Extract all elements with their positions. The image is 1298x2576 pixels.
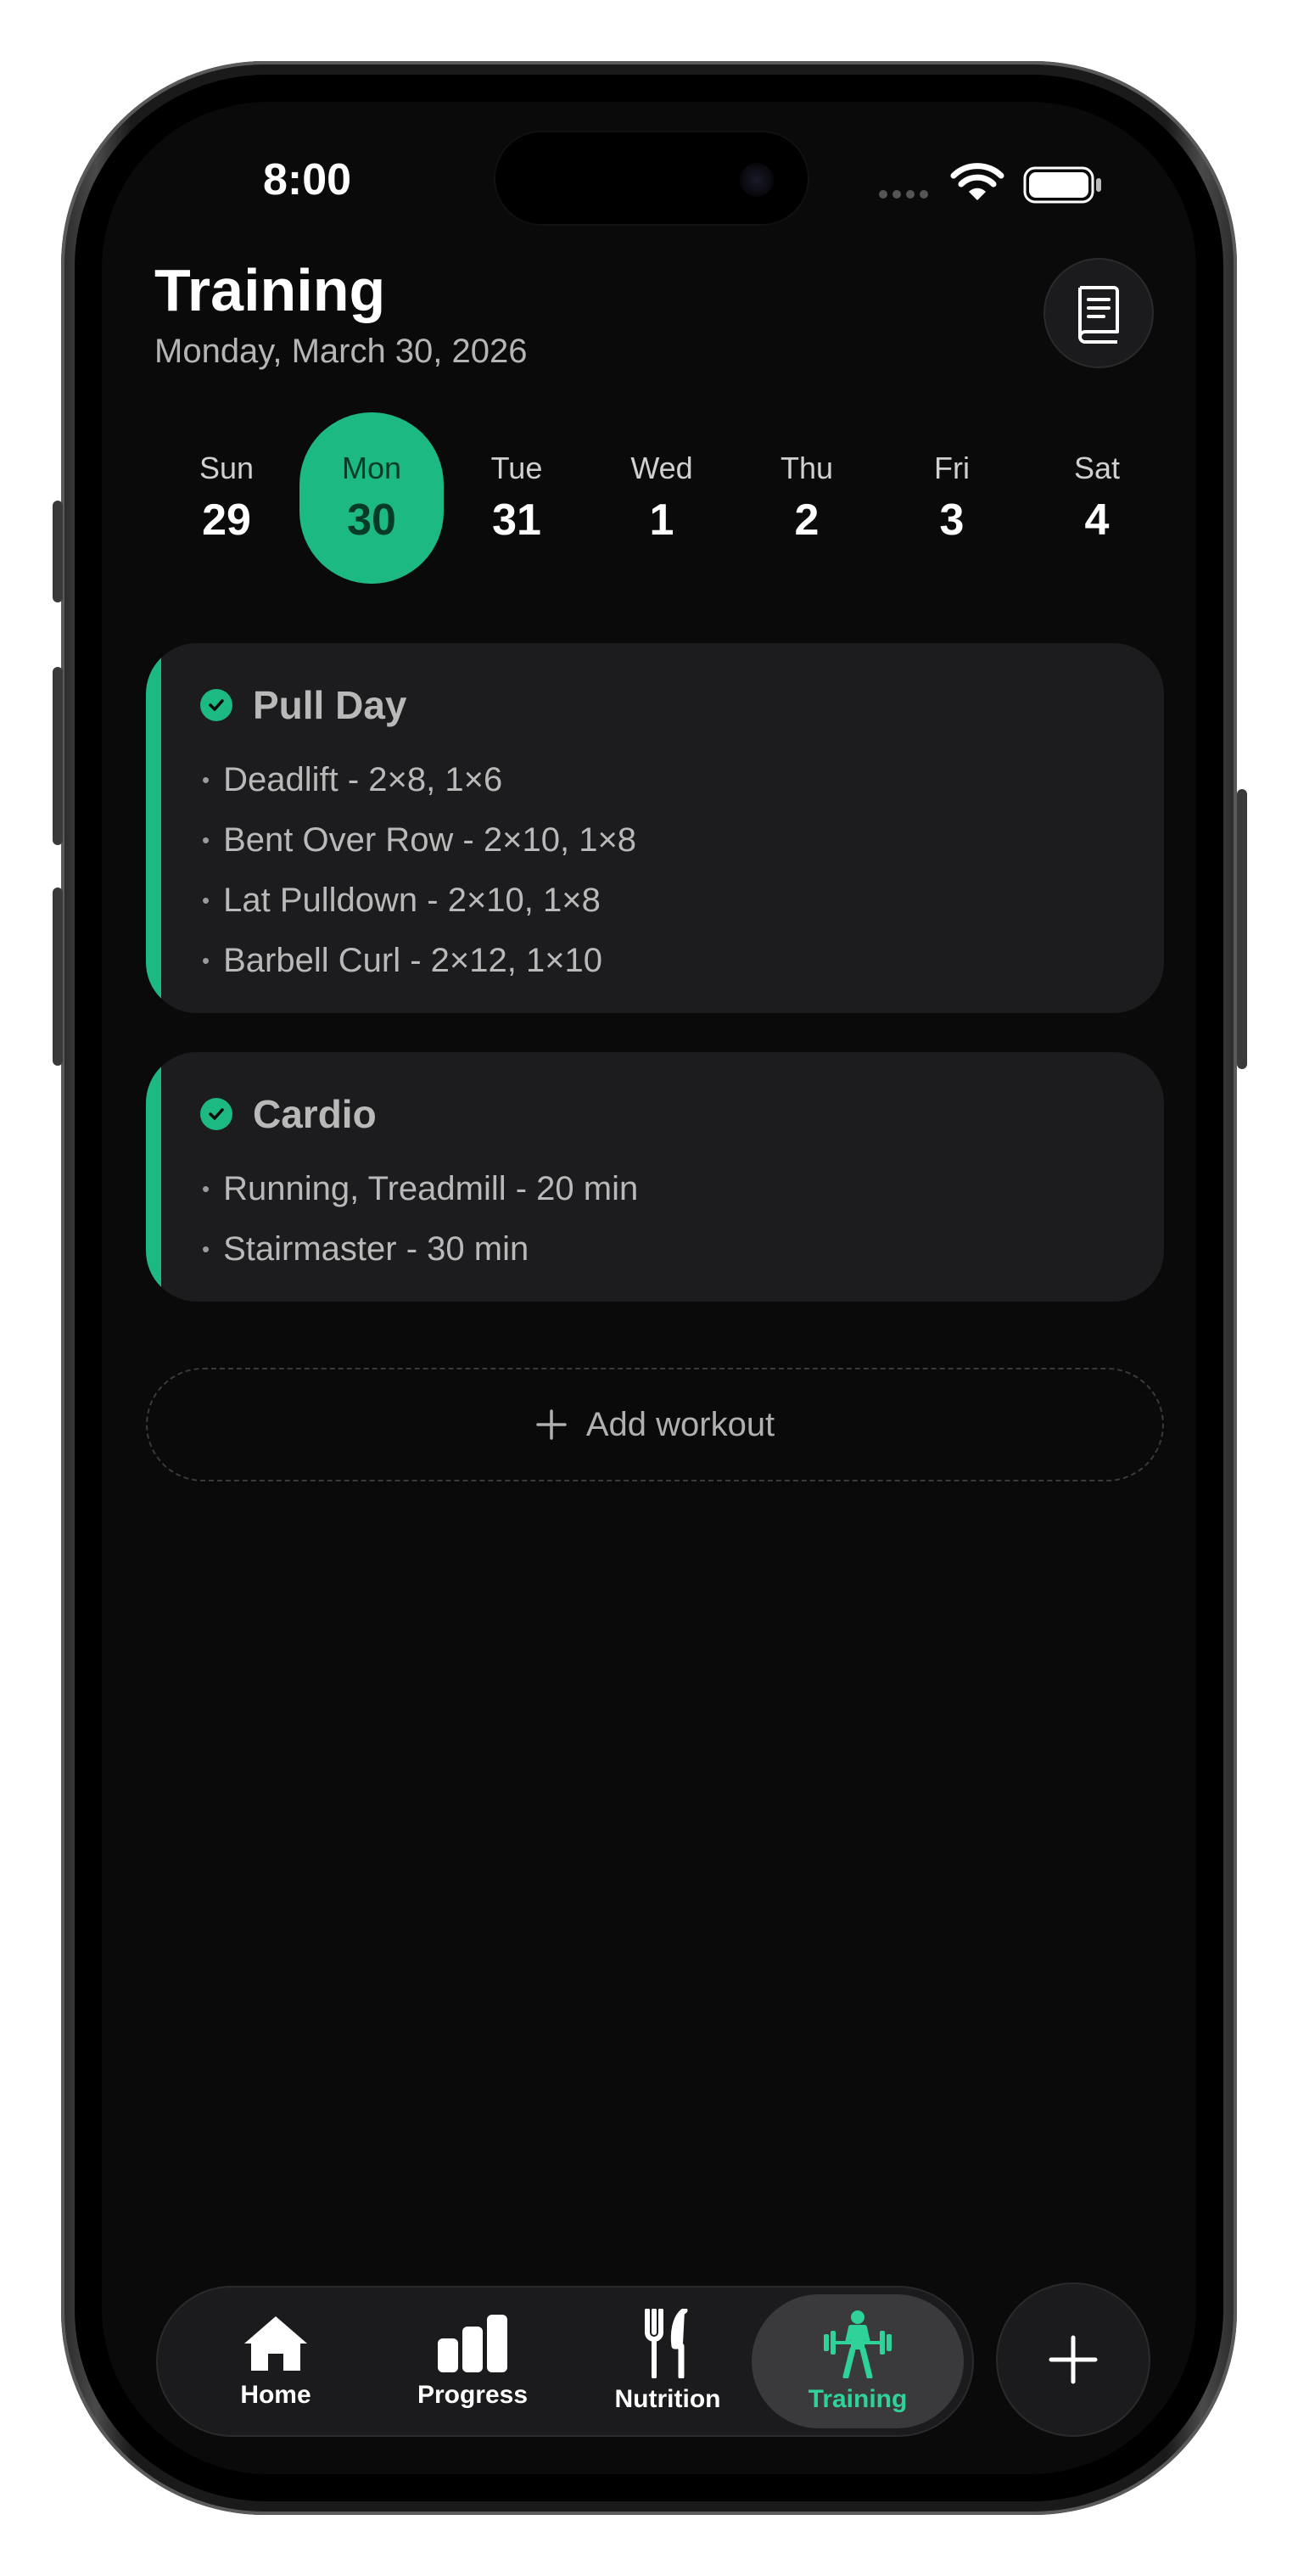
exercise-text: Bent Over Row - 2×10, 1×8 xyxy=(223,821,637,859)
weightlifter-icon xyxy=(824,2310,892,2378)
exercise-text: Running, Treadmill - 20 min xyxy=(223,1170,639,1207)
home-icon xyxy=(244,2316,307,2371)
day-name: Sun xyxy=(199,451,255,485)
day-name: Sat xyxy=(1073,451,1121,485)
add-workout-label: Add workout xyxy=(585,1405,775,1443)
day-number: 3 xyxy=(939,496,965,545)
day-name: Thu xyxy=(780,451,834,485)
checkmark-circle-icon xyxy=(200,689,232,721)
exercise-item: • Running, Treadmill - 20 min xyxy=(202,1170,639,1207)
exercise-text: Barbell Curl - 2×12, 1×10 xyxy=(223,942,603,979)
day-number: 29 xyxy=(202,496,251,545)
volume-up-button xyxy=(53,667,63,845)
page-title: Training xyxy=(154,257,386,323)
tab-label: Progress xyxy=(417,2381,529,2409)
tab-label: Training xyxy=(808,2385,908,2413)
page-date: Monday, March 30, 2026 xyxy=(154,333,528,370)
day-number: 4 xyxy=(1084,496,1110,545)
day-name: Fri xyxy=(934,451,970,485)
workout-card-cardio[interactable]: Cardio • Running, Treadmill - 20 min • Sta… xyxy=(146,1052,1164,1302)
day-name: Tue xyxy=(490,451,543,485)
tab-bar: Home Progress Nutrition Training xyxy=(156,2286,974,2437)
card-header: Pull Day xyxy=(200,682,407,728)
exercise-text: Lat Pulldown - 2×10, 1×8 xyxy=(223,882,601,919)
week-strip: Sun 29 Mon 30 Tue 31 Wed 1 Thu 2 Fri 3 S… xyxy=(154,412,1159,584)
exercise-item: • Bent Over Row - 2×10, 1×8 xyxy=(202,821,637,859)
tab-home[interactable]: Home xyxy=(170,2294,382,2428)
exercise-list: • Running, Treadmill - 20 min • Stairmaste… xyxy=(202,1159,638,1280)
wifi-icon xyxy=(950,163,1004,200)
card-accent-bar xyxy=(146,1052,161,1302)
day-number: 31 xyxy=(492,496,541,545)
exercise-item: • Barbell Curl - 2×12, 1×10 xyxy=(202,942,603,979)
camera-icon xyxy=(740,163,774,197)
tab-training[interactable]: Training xyxy=(752,2294,964,2428)
exercise-text: Deadlift - 2×8, 1×6 xyxy=(223,761,503,798)
card-accent-bar xyxy=(146,643,161,1013)
day-fri[interactable]: Fri 3 xyxy=(880,412,1024,584)
power-button xyxy=(1237,789,1247,1069)
exercise-item: • Stairmaster - 30 min xyxy=(202,1230,529,1268)
day-thu[interactable]: Thu 2 xyxy=(735,412,879,584)
tab-progress[interactable]: Progress xyxy=(366,2294,579,2428)
tab-nutrition[interactable]: Nutrition xyxy=(562,2294,774,2428)
day-number: 30 xyxy=(347,496,396,545)
day-number: 1 xyxy=(649,496,674,545)
tab-label: Home xyxy=(240,2381,311,2409)
exercise-list: • Deadlift - 2×8, 1×6 • Bent Over Row - 2×… xyxy=(202,750,636,991)
checkmark-circle-icon xyxy=(200,1098,232,1130)
status-time: 8:00 xyxy=(263,155,352,204)
tab-label: Nutrition xyxy=(614,2385,721,2413)
battery-icon xyxy=(1023,166,1101,204)
plus-icon xyxy=(1049,2335,1098,2384)
day-name: Wed xyxy=(630,451,693,485)
workout-card-pull-day[interactable]: Pull Day • Deadlift - 2×8, 1×6 • Bent Over… xyxy=(146,643,1164,1013)
day-wed[interactable]: Wed 1 xyxy=(590,412,734,584)
log-book-button[interactable] xyxy=(1043,258,1154,368)
exercise-text: Stairmaster - 30 min xyxy=(223,1230,529,1268)
bar-chart-icon xyxy=(438,2315,507,2372)
cellular-signal-icon xyxy=(879,190,928,199)
dynamic-island xyxy=(494,131,809,226)
day-name: Mon xyxy=(341,451,402,485)
day-tue[interactable]: Tue 31 xyxy=(445,412,589,584)
action-button xyxy=(53,501,63,602)
plus-icon xyxy=(536,1409,567,1440)
workout-title: Pull Day xyxy=(253,683,407,727)
book-icon xyxy=(1078,286,1119,344)
day-number: 2 xyxy=(794,496,820,545)
fork-knife-icon xyxy=(645,2309,688,2378)
workout-title: Cardio xyxy=(253,1092,377,1136)
day-mon-selected[interactable]: Mon 30 xyxy=(299,412,444,584)
add-workout-button[interactable]: Add workout xyxy=(146,1368,1164,1481)
day-sun[interactable]: Sun 29 xyxy=(154,412,299,584)
exercise-item: • Deadlift - 2×8, 1×6 xyxy=(202,761,503,798)
quick-add-button[interactable] xyxy=(996,2282,1150,2437)
screen: 8:00 Training Monday, March 30, 2026 Sun… xyxy=(102,102,1196,2474)
exercise-item: • Lat Pulldown - 2×10, 1×8 xyxy=(202,882,601,919)
day-sat[interactable]: Sat 4 xyxy=(1025,412,1169,584)
volume-down-button xyxy=(53,888,63,1066)
card-header: Cardio xyxy=(200,1091,377,1137)
